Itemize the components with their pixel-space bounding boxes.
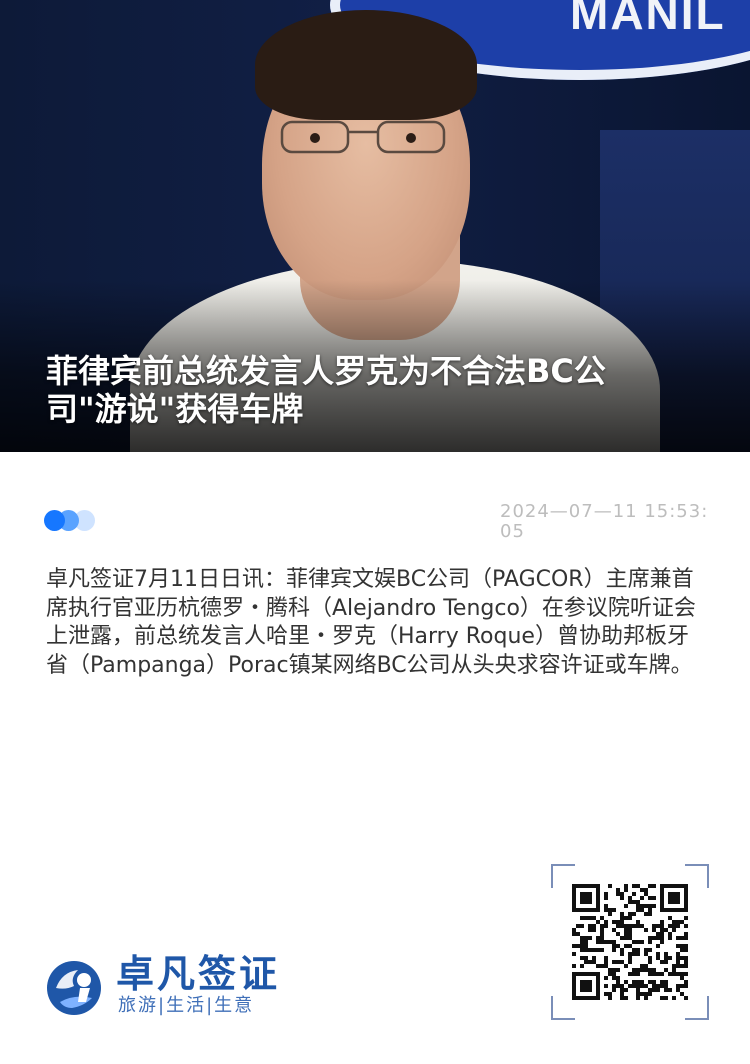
frame-corner-br bbox=[685, 996, 709, 1020]
publish-date: 2024—07—11 15:53:05 bbox=[500, 501, 709, 542]
article-title: 菲律宾前总统发言人罗克为不合法BC公司"游说"获得车牌 bbox=[46, 352, 606, 428]
frame-corner-tr bbox=[685, 864, 709, 888]
glasses-icon bbox=[280, 120, 446, 154]
person-hair bbox=[255, 10, 477, 120]
article-body: 卓凡签证7月11日日讯：菲律宾文娱BC公司（PAGCOR）主席兼首席执行官亚历杭… bbox=[46, 567, 696, 678]
hero-image: MANIL 菲律宾前总统发言人罗克为不合法BC公司"游说"获得车牌 bbox=[0, 0, 750, 452]
brand-tagline: 旅游|生活|生意 bbox=[118, 995, 255, 1016]
decorative-dots-icon bbox=[44, 510, 104, 532]
brand-logo-icon bbox=[47, 961, 101, 1015]
qr-code-icon bbox=[572, 884, 688, 1000]
qr-code-frame bbox=[551, 864, 709, 1020]
dot-dark bbox=[44, 510, 65, 531]
banner-text: MANIL bbox=[570, 0, 726, 39]
brand-name: 卓凡签证 bbox=[116, 952, 281, 996]
